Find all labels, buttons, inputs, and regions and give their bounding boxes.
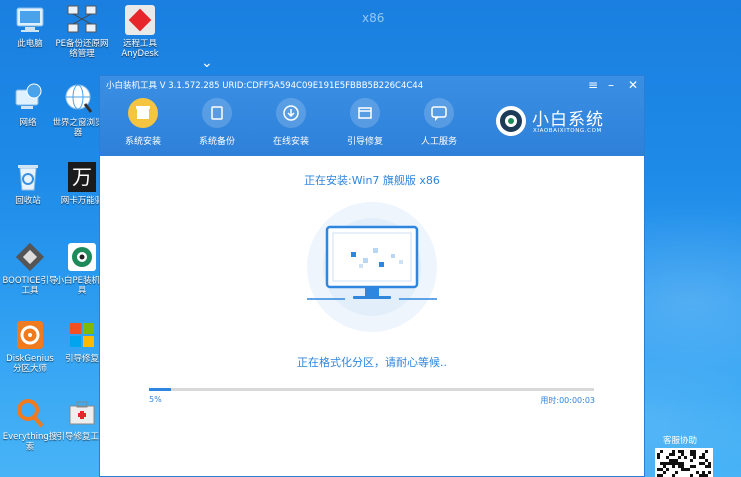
tab-system-install[interactable]: 系统安装 [111, 98, 175, 147]
repair-icon [350, 98, 380, 128]
toolbox-icon [65, 396, 99, 430]
monitor-icon [307, 225, 437, 300]
recycle-bin-icon [11, 160, 45, 194]
desktop-icon-anydesk[interactable]: 远程工具AnyDesk [112, 3, 168, 59]
progress-percent: 5% [149, 395, 162, 404]
close-button[interactable]: ✕ [628, 78, 638, 92]
desktop-icon-pe-network[interactable]: PE备份还原网络管理 [54, 3, 110, 59]
tab-label: 系统备份 [198, 137, 235, 147]
computer-icon [13, 3, 47, 37]
desktop-icon-recycle-bin[interactable]: 回收站 [0, 160, 56, 206]
desktop-icon-bootice[interactable]: BOOTICE引导工具 [2, 240, 58, 296]
menu-button[interactable]: ≡ [588, 78, 598, 92]
tab-human-service[interactable]: 人工服务 [407, 98, 471, 147]
desktop-icon-label: Everything搜索 [2, 432, 58, 452]
diskgenius-icon [13, 318, 47, 352]
magnifier-icon [13, 396, 47, 430]
desktop-icon-label: 世界之窗浏览器 [52, 118, 104, 138]
qr-code-icon [657, 450, 711, 477]
tab-online-install[interactable]: 在线安装 [259, 98, 323, 147]
svg-text:万: 万 [72, 165, 92, 189]
window-title: 小白装机工具 V 3.1.572.285 URID:CDFF5A594C09E1… [106, 81, 424, 91]
chat-icon [424, 98, 454, 128]
anydesk-icon [123, 3, 157, 37]
desktop-icon-browser[interactable]: 世界之窗浏览器 [50, 82, 106, 138]
window-header: 小白装机工具 V 3.1.572.285 URID:CDFF5A594C09E1… [100, 76, 644, 156]
xiaobai-logo-icon [496, 106, 526, 136]
desktop-icon-label: PE备份还原网络管理 [55, 39, 109, 59]
tab-label: 系统安装 [124, 137, 161, 147]
desktop-icon-label: DiskGenius分区大师 [6, 354, 54, 374]
qr-code[interactable] [655, 448, 713, 477]
brand-sub: XIAOBAIXITONG.COM [533, 128, 602, 134]
network-icon [65, 3, 99, 37]
progress-bar [149, 388, 594, 391]
desktop-icon-this-pc[interactable]: 此电脑 [2, 3, 58, 49]
desktop-icon-label: 网络 [19, 118, 37, 128]
tab-label: 人工服务 [420, 137, 457, 147]
desktop-icon-label: 回收站 [15, 196, 41, 206]
chevron-down-icon: ⌄ [201, 55, 213, 71]
tab-boot-repair[interactable]: 引导修复 [333, 98, 397, 147]
monitor-illustration [307, 202, 437, 332]
tab-label: 引导修复 [346, 137, 383, 147]
progress-bar-fill [149, 388, 172, 391]
globe-icon [61, 82, 95, 116]
install-title: 正在安装:Win7 旗舰版 x86 [304, 174, 440, 187]
desktop-icon-everything[interactable]: Everything搜索 [2, 396, 58, 452]
tab-label: 在线安装 [272, 137, 309, 147]
installer-window: 小白装机工具 V 3.1.572.285 URID:CDFF5A594C09E1… [99, 75, 645, 477]
brand-name: 小白系统 [532, 110, 604, 130]
elapsed-time: 用时:00:00:03 [540, 396, 595, 405]
desktop-icon-label: BOOTICE引导工具 [2, 276, 58, 296]
desktop-icon-diskgenius[interactable]: DiskGenius分区大师 [2, 318, 58, 374]
backup-icon [202, 98, 232, 128]
desktop-icon-label: 远程工具AnyDesk [121, 39, 159, 59]
download-icon [276, 98, 306, 128]
desktop-icon-label: 此电脑 [17, 39, 43, 49]
arch-watermark: x86 [362, 11, 385, 25]
desktop-icon-network[interactable]: 网络 [0, 82, 56, 128]
help-label: 客服协助 [663, 436, 698, 446]
brand: 小白系统 XIAOBAIXITONG.COM [496, 104, 626, 140]
xiaobai-logo-icon [65, 240, 99, 274]
windows-flag-icon [65, 318, 99, 352]
tab-system-backup[interactable]: 系统备份 [185, 98, 249, 147]
install-box-icon [128, 98, 158, 128]
status-text: 正在格式化分区，请耐心等候.. [297, 356, 447, 369]
globe-computer-icon [11, 82, 45, 116]
minimize-button[interactable]: – [608, 78, 614, 92]
driver-wan-icon: 万 [65, 160, 99, 194]
floppy-tool-icon [13, 240, 47, 274]
